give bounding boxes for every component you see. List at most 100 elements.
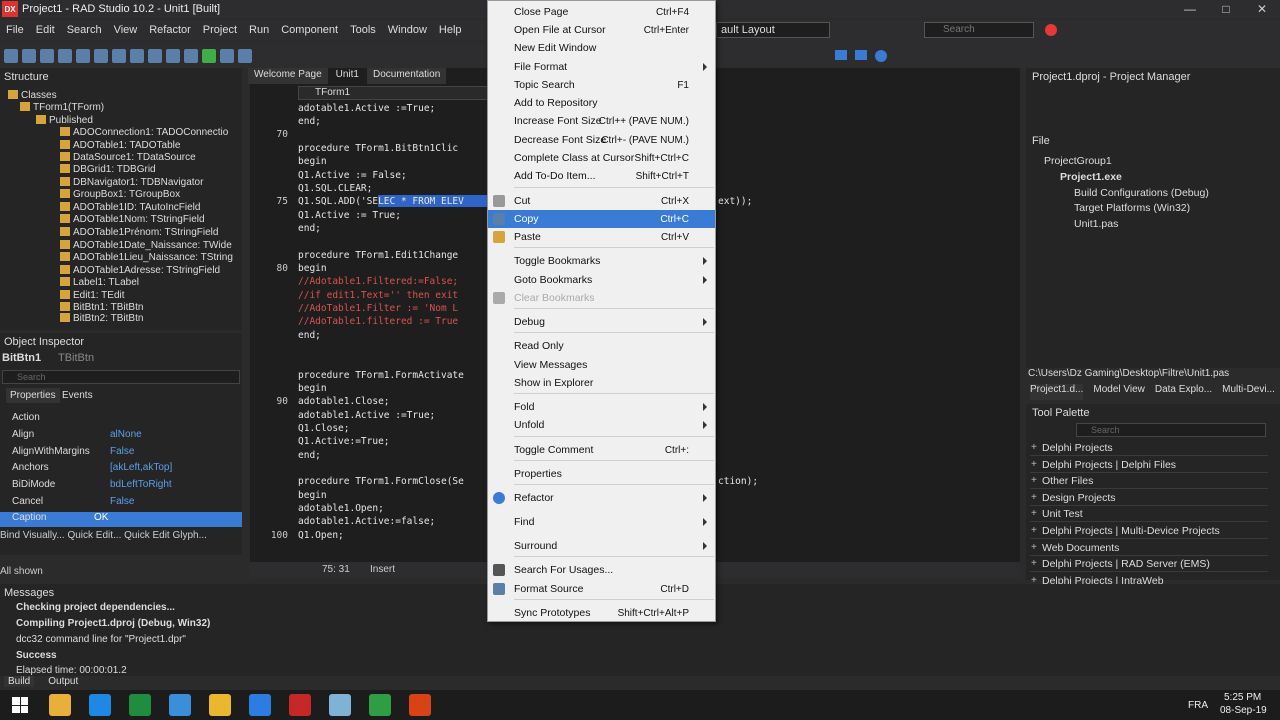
palette-category[interactable]: Other Files xyxy=(1030,473,1268,489)
firefox-taskbar-button[interactable] xyxy=(240,690,280,720)
camtasia-taskbar-button[interactable] xyxy=(360,690,400,720)
editor-tab[interactable]: Welcome Page xyxy=(248,68,328,84)
structure-item[interactable]: ADOTable1Lieu_Naissance: TString xyxy=(60,252,233,263)
save-project-icon[interactable] xyxy=(184,49,198,63)
project-panel-tab[interactable]: Multi-Devi... xyxy=(1222,384,1275,400)
menu-item-close-page[interactable]: Close Page Ctrl+F4 xyxy=(488,3,715,21)
menu-file[interactable]: File xyxy=(0,24,30,36)
menu-item-copy[interactable]: Copy Ctrl+C xyxy=(488,210,715,228)
structure-item[interactable]: TForm1(TForm) xyxy=(20,102,104,113)
explorer-taskbar-button[interactable] xyxy=(40,690,80,720)
palette-search-input[interactable]: Search xyxy=(1076,423,1266,437)
property-row[interactable]: Anchors [akLeft,akTop] xyxy=(0,462,242,477)
structure-item[interactable]: Label1: TLabel xyxy=(60,277,139,288)
menu-edit[interactable]: Edit xyxy=(30,24,61,36)
menu-item-cut[interactable]: Cut Ctrl+X xyxy=(488,192,715,210)
palette-category[interactable]: Web Documents xyxy=(1030,540,1268,556)
delphi-taskbar-button[interactable] xyxy=(280,690,320,720)
menu-item-toggle-comment[interactable]: Toggle Comment Ctrl+: xyxy=(488,441,715,459)
project-tree-item[interactable]: Unit1.pas xyxy=(1074,218,1118,230)
menu-refactor[interactable]: Refactor xyxy=(143,24,197,36)
property-value[interactable]: [akLeft,akTop] xyxy=(110,462,172,473)
palette-category[interactable]: Design Projects xyxy=(1030,490,1268,506)
maximize-button[interactable]: □ xyxy=(1208,0,1244,18)
remove-icon[interactable] xyxy=(94,49,108,63)
property-row[interactable]: Action xyxy=(0,412,242,427)
run-icon[interactable] xyxy=(202,49,216,63)
clock-date[interactable]: 08-Sep-19 xyxy=(1220,705,1267,716)
structure-item[interactable]: ADOTable1Date_Naissance: TWide xyxy=(60,240,232,251)
chrome-taskbar-button[interactable] xyxy=(200,690,240,720)
menu-item-sync-prototypes[interactable]: Sync Prototypes Shift+Ctrl+Alt+P xyxy=(488,604,715,622)
project-tree-item[interactable]: ProjectGroup1 xyxy=(1044,155,1112,167)
menu-help[interactable]: Help xyxy=(433,24,468,36)
layout-combo[interactable]: ault Layout xyxy=(716,22,830,38)
menu-item-decrease-font-size[interactable]: Decrease Font Size Ctrl+- (PAVE NUM.) xyxy=(488,131,715,149)
menu-item-complete-class-at-cursor[interactable]: Complete Class at Cursor Shift+Ctrl+C xyxy=(488,149,715,167)
menu-item-add-to-repository[interactable]: Add to Repository xyxy=(488,94,715,112)
close-window-button[interactable]: ✕ xyxy=(1244,0,1280,18)
property-row[interactable]: BiDiMode bdLeftToRight xyxy=(0,479,242,494)
menu-tools[interactable]: Tools xyxy=(344,24,382,36)
notepad-taskbar-button[interactable] xyxy=(320,690,360,720)
back-arrow-icon[interactable] xyxy=(835,50,847,60)
menu-item-add-to-do-item[interactable]: Add To-Do Item... Shift+Ctrl+T xyxy=(488,167,715,185)
minimize-button[interactable]: — xyxy=(1172,0,1208,18)
menu-item-view-messages[interactable]: View Messages xyxy=(488,356,715,374)
structure-item[interactable]: ADOTable1: TADOTable xyxy=(60,140,180,151)
structure-item[interactable]: Classes xyxy=(8,90,57,101)
project-panel-tab[interactable]: Data Explo... xyxy=(1155,384,1212,400)
structure-item[interactable]: GroupBox1: TGroupBox xyxy=(60,189,180,200)
structure-item[interactable]: DBGrid1: TDBGrid xyxy=(60,164,156,175)
open-project-icon[interactable] xyxy=(76,49,90,63)
menu-item-fold[interactable]: Fold xyxy=(488,398,715,416)
menu-item-format-source[interactable]: Format Source Ctrl+D xyxy=(488,580,715,598)
class-combo[interactable]: TForm1 xyxy=(298,86,518,100)
property-value[interactable]: False xyxy=(110,496,134,507)
view-form-icon[interactable] xyxy=(130,49,144,63)
language-indicator[interactable]: FRA xyxy=(1188,700,1208,711)
structure-item[interactable]: ADOConnection1: TADOConnectio xyxy=(60,127,228,138)
tab-events[interactable]: Events xyxy=(58,388,97,403)
help-icon[interactable] xyxy=(875,50,887,62)
save-all-icon[interactable] xyxy=(58,49,72,63)
nox-taskbar-button[interactable] xyxy=(160,690,200,720)
property-row[interactable]: Align alNone xyxy=(0,429,242,444)
forward-arrow-icon[interactable] xyxy=(855,50,867,60)
new-file-icon[interactable] xyxy=(4,49,18,63)
property-value[interactable]: alNone xyxy=(110,429,142,440)
palette-category[interactable]: Delphi Projects | RAD Server (EMS) xyxy=(1030,556,1268,572)
property-row[interactable]: Cancel False xyxy=(0,496,242,511)
property-value[interactable]: bdLeftToRight xyxy=(110,479,172,490)
editor-tab[interactable]: Unit1 xyxy=(329,68,365,84)
property-row[interactable]: AlignWithMargins False xyxy=(0,446,242,461)
menu-item-goto-bookmarks[interactable]: Goto Bookmarks xyxy=(488,271,715,289)
palette-category[interactable]: Delphi Projects xyxy=(1030,440,1268,456)
menu-component[interactable]: Component xyxy=(275,24,344,36)
tab-build[interactable]: Build xyxy=(4,676,35,687)
pause-icon[interactable] xyxy=(238,49,252,63)
menu-item-open-file-at-cursor[interactable]: Open File at Cursor Ctrl+Enter xyxy=(488,21,715,39)
tab-properties[interactable]: Properties xyxy=(6,388,60,403)
project-panel-tab[interactable]: Model View xyxy=(1093,384,1145,400)
menu-item-new-edit-window[interactable]: New Edit Window xyxy=(488,39,715,57)
start-button[interactable] xyxy=(0,690,40,720)
recorder-taskbar-button[interactable] xyxy=(400,690,440,720)
structure-item[interactable]: ADOTable1Prénom: TStringField xyxy=(60,227,218,238)
menu-window[interactable]: Window xyxy=(382,24,433,36)
menu-item-show-in-explorer[interactable]: Show in Explorer xyxy=(488,374,715,392)
view-unit-icon[interactable] xyxy=(112,49,126,63)
structure-item[interactable]: Published xyxy=(36,115,93,126)
excel-taskbar-button[interactable] xyxy=(120,690,160,720)
menu-item-paste[interactable]: Paste Ctrl+V xyxy=(488,228,715,246)
project-tree-item[interactable]: Build Configurations (Debug) xyxy=(1074,187,1209,199)
structure-item[interactable]: Edit1: TEdit xyxy=(60,290,125,301)
menu-view[interactable]: View xyxy=(108,24,144,36)
new-form-icon[interactable] xyxy=(166,49,180,63)
palette-category[interactable]: Delphi Projects | Multi-Device Projects xyxy=(1030,523,1268,539)
menu-item-search-for-usages[interactable]: Search For Usages... xyxy=(488,561,715,579)
property-value[interactable]: False xyxy=(110,446,134,457)
menu-item-read-only[interactable]: Read Only xyxy=(488,337,715,355)
menu-item-increase-font-size[interactable]: Increase Font Size Ctrl++ (PAVE NUM.) xyxy=(488,112,715,130)
structure-item[interactable]: DataSource1: TDataSource xyxy=(60,152,196,163)
